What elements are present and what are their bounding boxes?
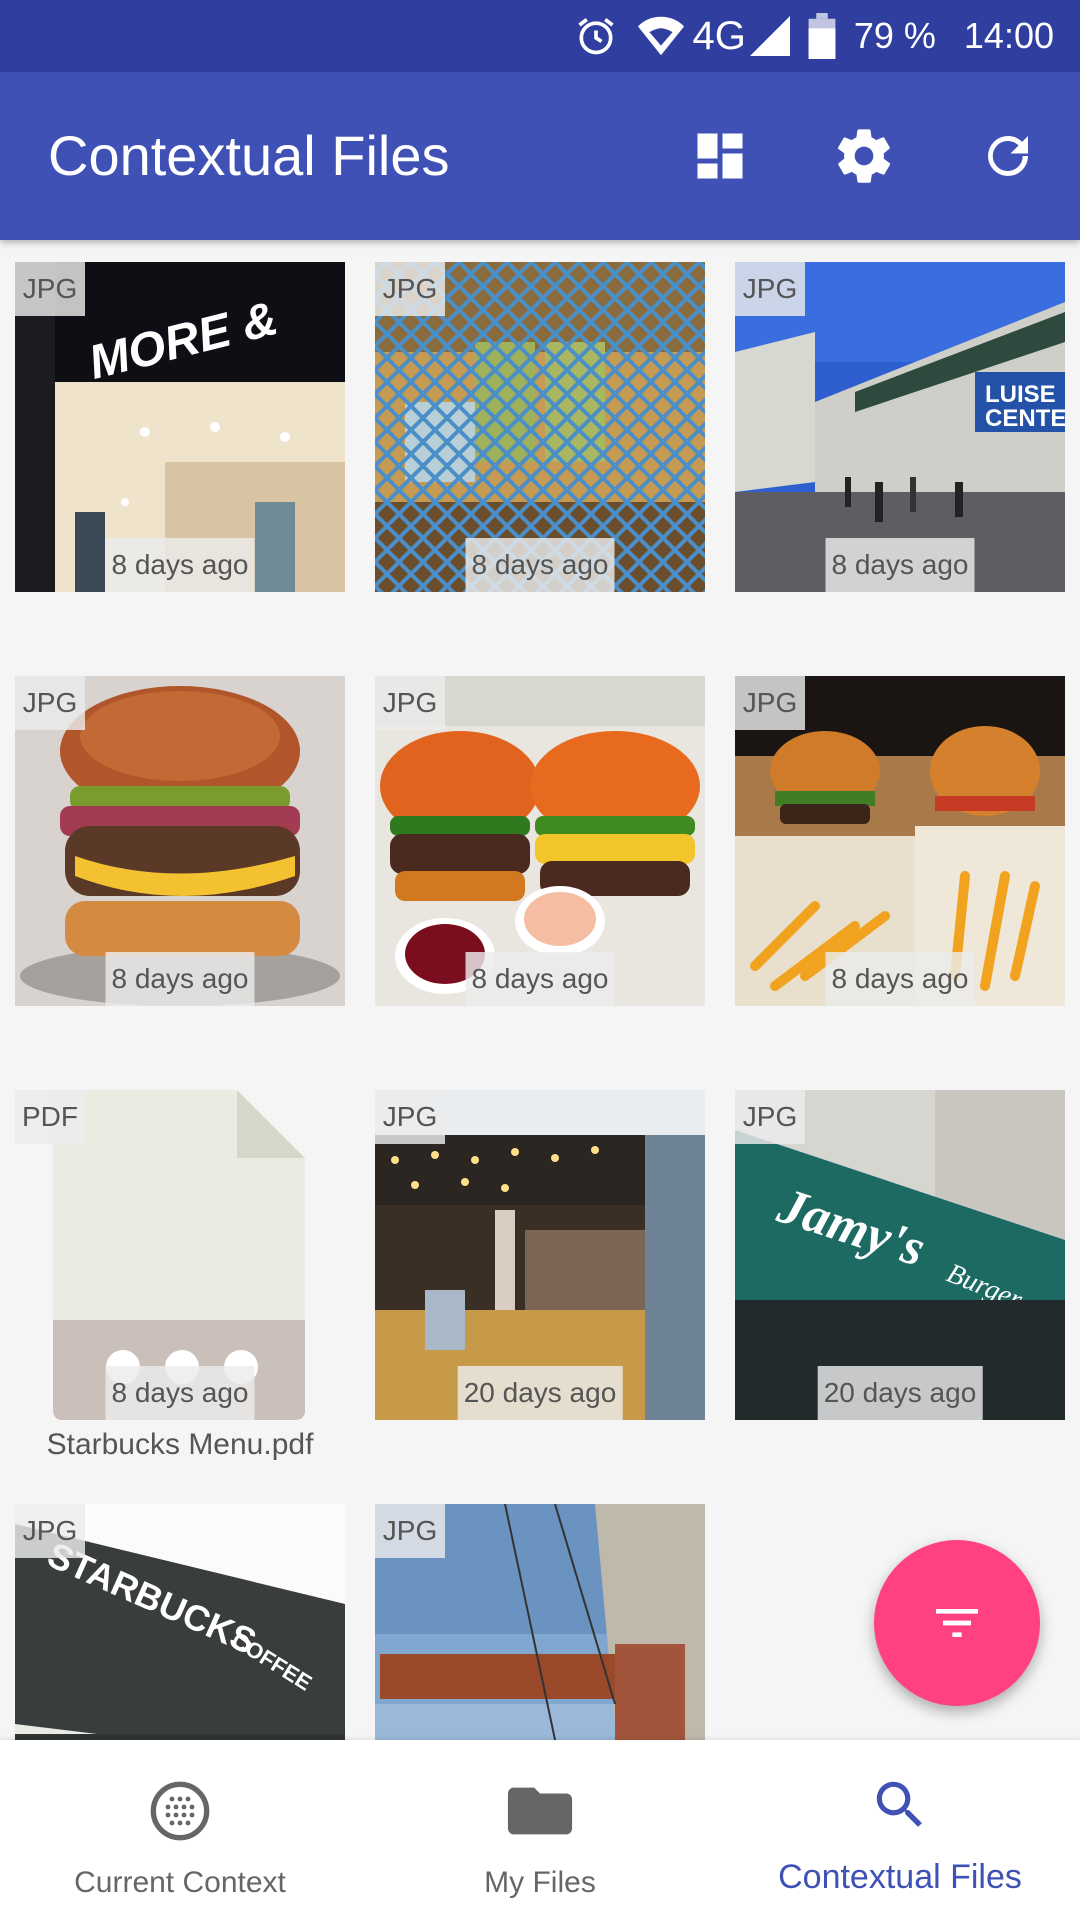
- file-age-badge: 8 days ago: [825, 538, 975, 592]
- battery-level: 79 %: [853, 15, 936, 56]
- file-age-badge: 8 days ago: [465, 952, 615, 1006]
- file-type-badge: JPG: [735, 1090, 805, 1144]
- search-icon: [876, 1781, 922, 1827]
- page-title: Contextual Files: [48, 124, 450, 187]
- file-tile[interactable]: MORE & JPG 8 days ago: [15, 262, 345, 592]
- file-tile[interactable]: JPG 8 days ago: [375, 262, 705, 592]
- file-tile[interactable]: STARBUCKS COFFEE JPG: [15, 1504, 345, 1740]
- dashboard-icon: [697, 133, 743, 179]
- nav-label: Contextual Files: [778, 1858, 1022, 1896]
- file-type-badge: JPG: [375, 676, 445, 730]
- file-age-badge: 8 days ago: [105, 1366, 255, 1420]
- file-type-badge: JPG: [15, 1504, 85, 1558]
- file-name: Starbucks Menu.pdf: [46, 1428, 314, 1461]
- file-age-badge: 20 days ago: [457, 1366, 623, 1420]
- folder-icon: [507, 1787, 573, 1835]
- file-tile[interactable]: JPG 8 days ago: [735, 676, 1065, 1006]
- file-type-badge: JPG: [15, 676, 85, 730]
- file-tile[interactable]: JPG: [375, 1504, 705, 1740]
- svg-text:CENTE: CENTE: [985, 405, 1065, 432]
- alarm-icon: [574, 14, 618, 58]
- nav-contextual-files[interactable]: Contextual Files: [720, 1740, 1080, 1920]
- file-grid: MORE & JPG 8 days ago JPG 8 days ago LUI…: [0, 240, 1080, 1740]
- clock: 14:00: [963, 15, 1054, 56]
- file-tile[interactable]: LUISE CENTE JPG 8 days ago: [735, 262, 1065, 592]
- battery-icon: [808, 13, 836, 59]
- nav-label: My Files: [484, 1866, 596, 1899]
- file-tile[interactable]: PDF 8 days ago: [15, 1090, 345, 1420]
- file-type-badge: JPG: [375, 1504, 445, 1558]
- status-bar: 4G 79 % 14:00: [0, 0, 1080, 72]
- refresh-icon: [988, 136, 1028, 176]
- nav-label: Current Context: [74, 1866, 286, 1899]
- refresh-button[interactable]: [966, 114, 1050, 198]
- settings-button[interactable]: [822, 114, 906, 198]
- settings-icon: [838, 129, 891, 183]
- file-tile[interactable]: JPG 8 days ago: [15, 676, 345, 1006]
- file-type-badge: JPG: [15, 262, 85, 316]
- bottom-navigation: Current Context My Files Contextual File…: [0, 1740, 1080, 1920]
- file-tile[interactable]: JPG 20 days ago: [375, 1090, 705, 1420]
- file-age-badge: 8 days ago: [465, 538, 615, 592]
- file-type-badge: JPG: [735, 262, 805, 316]
- filter-icon: [936, 1609, 978, 1637]
- file-type-badge: JPG: [375, 1090, 445, 1144]
- file-age-badge: 8 days ago: [105, 538, 255, 592]
- network-type: 4G: [692, 13, 746, 58]
- file-type-badge: JPG: [375, 262, 445, 316]
- wifi-icon: [636, 14, 686, 58]
- nav-my-files[interactable]: My Files: [360, 1740, 720, 1920]
- file-type-badge: PDF: [15, 1090, 85, 1144]
- filter-button[interactable]: [874, 1540, 1040, 1706]
- file-tile[interactable]: JPG 8 days ago: [375, 676, 705, 1006]
- context-icon: [150, 1781, 210, 1841]
- svg-text:LUISE: LUISE: [985, 381, 1056, 408]
- file-tile[interactable]: Jamy's Burger JPG 20 days ago: [735, 1090, 1065, 1420]
- file-age-badge: 8 days ago: [105, 952, 255, 1006]
- app-bar: Contextual Files: [0, 72, 1080, 240]
- signal-icon: [749, 16, 790, 56]
- file-type-badge: JPG: [735, 676, 805, 730]
- dashboard-button[interactable]: [678, 114, 762, 198]
- file-age-badge: 8 days ago: [825, 952, 975, 1006]
- nav-current-context[interactable]: Current Context: [0, 1740, 360, 1920]
- file-age-badge: 20 days ago: [817, 1366, 983, 1420]
